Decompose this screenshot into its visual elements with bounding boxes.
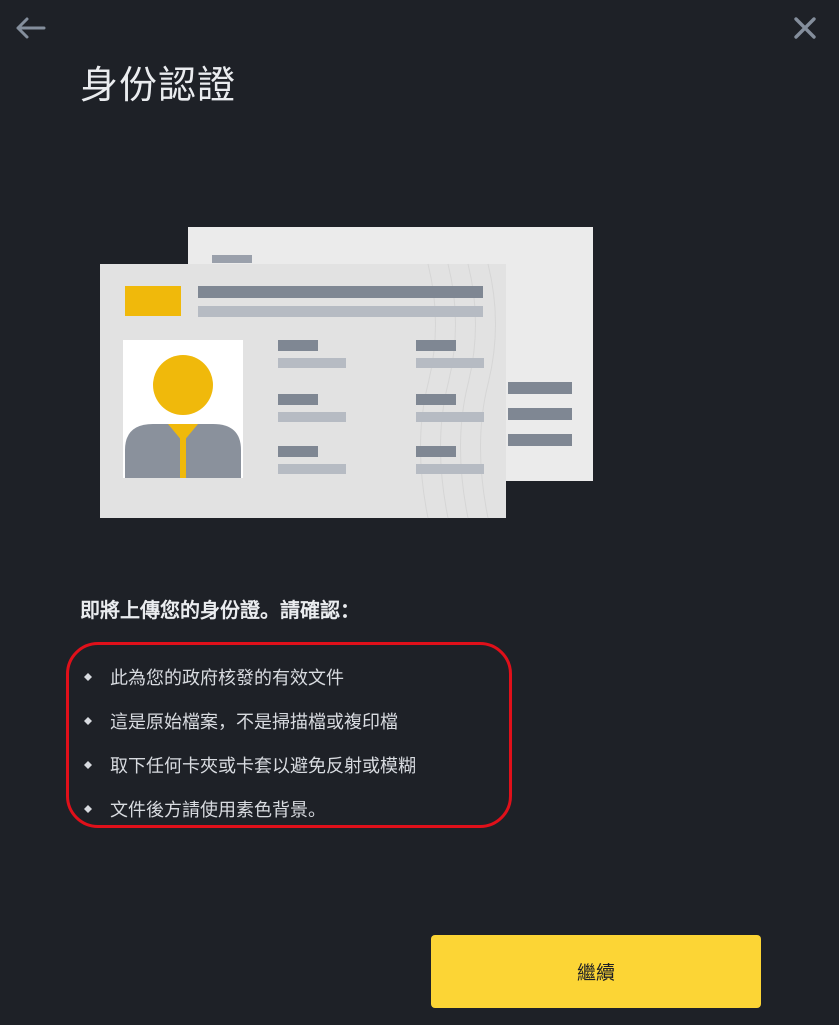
back-button[interactable]: [10, 8, 50, 48]
checklist-item-text: 文件後方請使用素色背景。: [110, 800, 326, 821]
close-button[interactable]: [785, 8, 825, 48]
diamond-bullet-icon: [84, 761, 92, 769]
list-item: 文件後方請使用素色背景。: [84, 787, 416, 831]
checklist: 此為您的政府核發的有效文件 這是原始檔案，不是掃描檔或複印檔 取下任何卡夾或卡套…: [84, 655, 416, 831]
list-item: 取下任何卡夾或卡套以避免反射或模糊: [84, 743, 416, 787]
checklist-item-text: 取下任何卡夾或卡套以避免反射或模糊: [110, 756, 416, 777]
checklist-item-text: 這是原始檔案，不是掃描檔或複印檔: [110, 712, 398, 733]
diamond-bullet-icon: [84, 805, 92, 813]
page-title: 身份認證: [80, 63, 237, 107]
arrow-left-icon: [16, 17, 46, 39]
checklist-item-text: 此為您的政府核發的有效文件: [110, 668, 344, 689]
diamond-bullet-icon: [84, 717, 92, 725]
list-item: 此為您的政府核發的有效文件: [84, 655, 416, 699]
close-icon: [794, 17, 816, 39]
diamond-bullet-icon: [84, 673, 92, 681]
continue-button[interactable]: 繼續: [431, 935, 761, 1008]
id-card-illustration: [100, 227, 593, 519]
upload-prompt: 即將上傳您的身份證。請確認：: [80, 598, 360, 622]
list-item: 這是原始檔案，不是掃描檔或複印檔: [84, 699, 416, 743]
